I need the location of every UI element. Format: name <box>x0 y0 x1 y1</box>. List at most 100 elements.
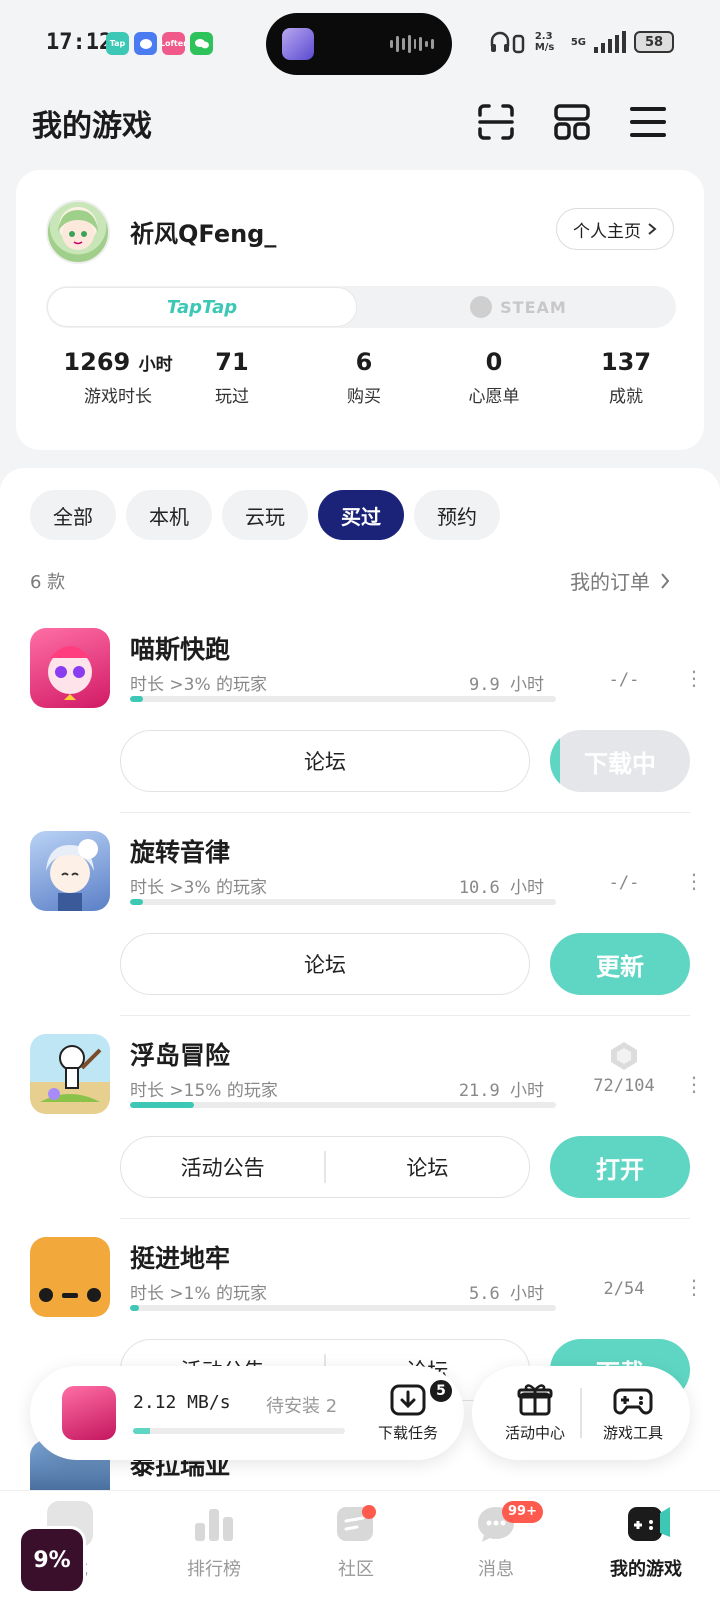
nav-label: 消息 <box>478 1559 514 1580</box>
forum-button[interactable]: 论坛 <box>326 1137 529 1197</box>
game-name[interactable]: 喵斯快跑 <box>130 630 230 666</box>
downloading-button[interactable]: 下载中 <box>550 730 690 792</box>
playtime-progress <box>130 1305 556 1311</box>
stat-label: 玩过 <box>215 387 249 407</box>
nav-community[interactable]: 社区 <box>296 1501 416 1581</box>
update-button[interactable]: 更新 <box>550 933 690 995</box>
stat-played[interactable]: 71 玩过 <box>192 348 272 407</box>
game-achievements: -/- <box>608 670 640 690</box>
profile-home-button[interactable]: 个人主页 <box>556 208 674 250</box>
grid-icon[interactable] <box>552 102 592 142</box>
nav-label: 排行榜 <box>187 1559 241 1580</box>
my-orders-link[interactable]: 我的订单 <box>570 566 670 595</box>
download-progress <box>133 1428 345 1434</box>
signal-icon <box>594 31 626 53</box>
game-tools-button[interactable]: 游戏工具 <box>588 1382 678 1443</box>
game-playtime-rank: 时长 >15% 的玩家 <box>130 1081 278 1101</box>
bottom-navigation: 游戏 排行榜 社区 99+ 消息 我的游戏 <box>0 1490 720 1598</box>
stat-achievements[interactable]: 137 成就 <box>586 348 666 407</box>
dynamic-island[interactable] <box>266 13 452 75</box>
media-thumbnail <box>282 28 314 60</box>
stat-purchased[interactable]: 6 购买 <box>324 348 404 407</box>
filter-all[interactable]: 全部 <box>30 490 116 540</box>
stat-label: 游戏时长 <box>84 387 152 407</box>
headphones-icon <box>490 31 525 54</box>
pending-install: 待安装 2 <box>266 1396 338 1417</box>
game-links-group: 活动公告 论坛 <box>120 1136 530 1198</box>
filter-purchased[interactable]: 买过 <box>318 490 404 540</box>
my-orders-label: 我的订单 <box>570 570 650 594</box>
divider <box>120 1015 690 1016</box>
game-icon-floating-island[interactable] <box>30 1034 110 1114</box>
floating-widget[interactable]: 9% <box>0 1524 90 1598</box>
game-name[interactable]: 挺进地牢 <box>130 1239 230 1275</box>
tools-bar: 活动中心 游戏工具 <box>472 1366 690 1460</box>
game-achievements: -/- <box>608 873 640 893</box>
game-icon-enter-the-gungeon[interactable] <box>30 1237 110 1317</box>
filter-local[interactable]: 本机 <box>126 490 212 540</box>
nav-my-games[interactable]: 我的游戏 <box>576 1501 716 1581</box>
game-icon-muse-dash[interactable] <box>30 628 110 708</box>
more-options-icon[interactable]: ⋮ <box>684 668 704 688</box>
achievement-badge-icon <box>611 1042 637 1070</box>
profile-home-label: 个人主页 <box>573 221 641 242</box>
taptap-notification-icon: Tap <box>106 32 129 55</box>
username: 祈风QFeng_ <box>130 220 277 248</box>
filter-cloud[interactable]: 云玩 <box>222 490 308 540</box>
stat-value: 137 <box>600 348 652 376</box>
gamepad-icon <box>613 1388 653 1415</box>
audio-wave-icon <box>390 35 434 53</box>
game-name[interactable]: 浮岛冒险 <box>130 1036 230 1072</box>
avatar[interactable] <box>46 200 110 264</box>
network-type: 5G <box>570 36 586 48</box>
page-title: 我的游戏 <box>32 109 152 144</box>
activity-center-button[interactable]: 活动中心 <box>490 1382 580 1443</box>
game-icon-arcaea-like[interactable] <box>30 831 110 911</box>
game-count: 6 款 <box>30 572 66 593</box>
message-count-badge: 99+ <box>502 1501 543 1523</box>
stat-value: 0 <box>485 348 503 376</box>
download-status-bar[interactable]: 2.12 MB/s 待安装 2 下载任务 5 <box>30 1366 464 1460</box>
more-options-icon[interactable]: ⋮ <box>684 1277 704 1297</box>
menu-icon[interactable] <box>628 102 668 142</box>
scan-icon[interactable] <box>476 102 516 142</box>
game-name[interactable]: 旋转音律 <box>130 833 230 869</box>
nav-ranking[interactable]: 排行榜 <box>154 1501 274 1581</box>
platform-tabs: TapTap STEAM <box>46 286 676 328</box>
net-speed: 2.3 M/s <box>534 31 555 53</box>
tab-steam-label: STEAM <box>500 297 567 317</box>
game-hours: 9.9 小时 <box>469 675 544 695</box>
my-games-icon <box>628 1507 670 1541</box>
tab-steam[interactable]: STEAM <box>361 286 676 328</box>
notification-dot <box>362 1505 376 1519</box>
playtime-progress <box>130 899 556 905</box>
forum-button[interactable]: 论坛 <box>120 730 530 792</box>
status-icons: 2.3 M/s 5G 58 <box>489 30 674 54</box>
playtime-progress <box>130 1102 556 1108</box>
game-hours: 10.6 小时 <box>458 878 544 898</box>
steam-icon <box>470 296 493 318</box>
download-speed: 2.12 MB/s <box>133 1392 231 1413</box>
profile-card: 祈风QFeng_ 个人主页 TapTap STEAM 1269 小时 游戏时长 … <box>16 170 704 450</box>
lofter-notification-icon: Lofter <box>160 32 187 55</box>
tab-taptap[interactable]: TapTap <box>47 287 357 327</box>
more-options-icon[interactable]: ⋮ <box>684 871 704 891</box>
clock: 17:12 <box>46 30 113 55</box>
chevron-right-icon <box>661 572 670 589</box>
stat-value: 6 <box>355 348 373 376</box>
chevron-right-icon <box>648 223 657 235</box>
nav-messages[interactable]: 99+ 消息 <box>436 1501 556 1581</box>
filter-reserved[interactable]: 预约 <box>414 490 500 540</box>
game-hours: 21.9 小时 <box>458 1081 544 1101</box>
more-options-icon[interactable]: ⋮ <box>684 1074 704 1094</box>
open-button[interactable]: 打开 <box>550 1136 690 1198</box>
stat-wishlist[interactable]: 0 心愿单 <box>454 348 534 407</box>
forum-button[interactable]: 论坛 <box>120 933 530 995</box>
game-achievements: 2/54 <box>603 1279 645 1299</box>
download-icon <box>390 1384 426 1416</box>
announcements-button[interactable]: 活动公告 <box>121 1137 324 1197</box>
game-hours: 5.6 小时 <box>469 1284 544 1304</box>
stat-playtime[interactable]: 1269 小时 游戏时长 <box>50 348 186 407</box>
downloading-game-thumbnail <box>62 1386 116 1440</box>
floating-widget-value: 9% <box>18 1526 86 1594</box>
